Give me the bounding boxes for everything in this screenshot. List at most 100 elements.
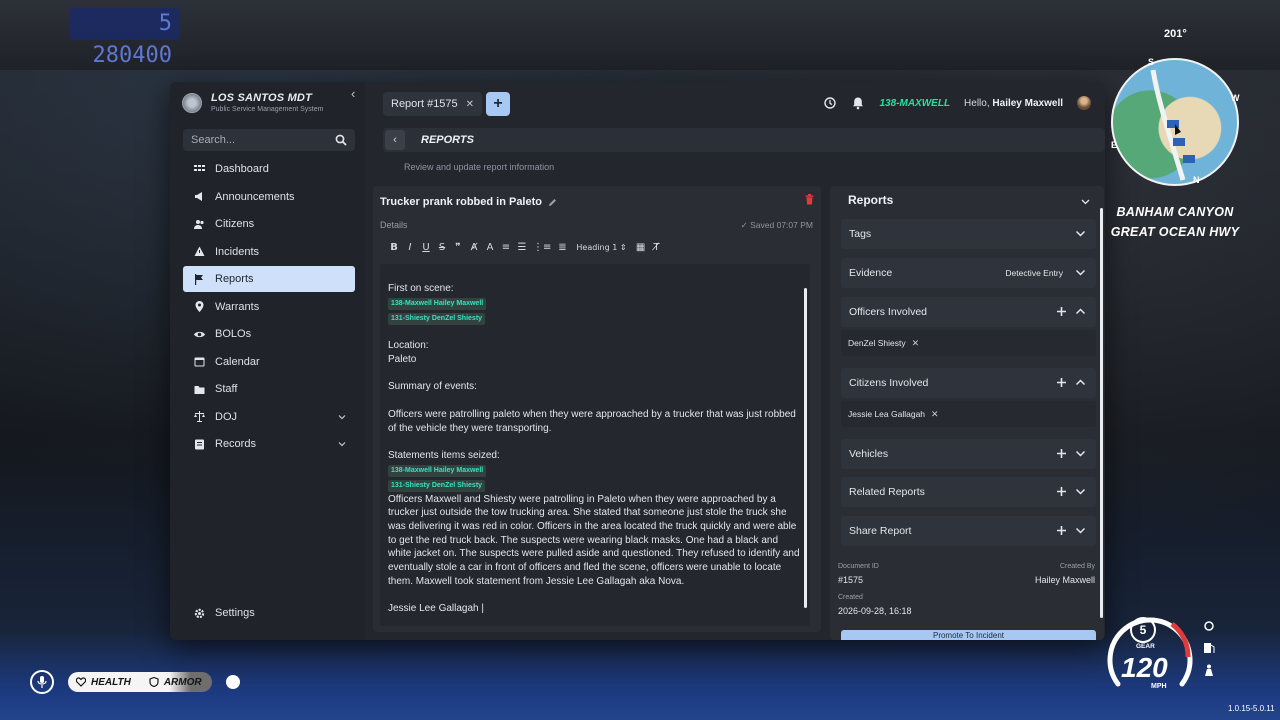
sidebar-item-warrants[interactable]: Warrants — [183, 294, 355, 320]
officer-chip[interactable]: DenZel Shiesty ✕ — [848, 338, 919, 349]
add-tab-button[interactable]: + — [486, 92, 511, 116]
search-icon[interactable] — [335, 134, 347, 146]
sidebar-item-label: Warrants — [215, 300, 260, 313]
brand-title: LOS SANTOS MDT — [211, 92, 312, 104]
chevron-down-icon[interactable] — [1075, 448, 1086, 459]
page-title: REPORTS — [421, 134, 474, 146]
sidebar-item-label: Dashboard — [215, 163, 269, 175]
sidebar-item-doj[interactable]: DOJ — [183, 404, 355, 430]
location-label: Location: — [388, 340, 429, 352]
location-street: GREAT OCEAN HWY — [1110, 225, 1240, 239]
text-color-button[interactable]: A — [485, 242, 495, 254]
section-label: Tags — [849, 228, 872, 240]
tab-report-1575[interactable]: Report #1575 ✕ — [383, 92, 483, 116]
search-input[interactable] — [191, 134, 335, 146]
callsign: 138-MAXWELL — [879, 97, 951, 109]
section-label: Officers Involved — [849, 306, 928, 318]
vehicle-dashboard — [0, 0, 1280, 70]
section-label: Vehicles — [849, 448, 889, 460]
evidence-type[interactable]: Detective Entry — [1005, 268, 1063, 278]
speed-unit: MPH — [1151, 683, 1167, 690]
editor-scrollbar[interactable] — [804, 288, 807, 608]
promote-to-incident-button[interactable]: Promote To Incident — [841, 630, 1096, 640]
sidebar-item-bolos[interactable]: BOLOs — [183, 321, 355, 347]
sidebar-item-records[interactable]: Records — [183, 431, 355, 457]
report-title-row: Trucker prank robbed in Paleto — [380, 196, 557, 208]
radio-display: 5 280400 — [70, 8, 180, 68]
table-button[interactable]: ▦ — [636, 242, 646, 254]
sidebar-item-settings[interactable]: Settings — [183, 600, 355, 626]
sidebar-item-label: Incidents — [215, 245, 260, 258]
citizen-chip[interactable]: Jessie Lea Gallagah ✕ — [848, 409, 939, 420]
close-icon[interactable]: ✕ — [931, 409, 939, 420]
close-icon[interactable]: ✕ — [912, 338, 920, 349]
officer-tag[interactable]: 138-Maxwell Hailey Maxwell — [388, 464, 487, 477]
plus-icon[interactable] — [1056, 525, 1067, 536]
italic-button[interactable]: I — [405, 242, 415, 254]
heading-select[interactable]: Heading 1 ⇕ — [573, 242, 629, 254]
location-value: Paleto — [388, 354, 417, 366]
officer-tag[interactable]: 131-Shiesty DenZel Shiesty — [388, 312, 486, 325]
sidebar-item-label: Settings — [215, 607, 255, 619]
sidebar-item-reports[interactable]: Reports — [183, 266, 355, 292]
clear-formatting-button[interactable]: T̸ — [652, 242, 662, 254]
plus-icon[interactable] — [1056, 377, 1067, 388]
history-icon[interactable] — [823, 96, 837, 110]
chevron-down-icon[interactable] — [1075, 228, 1086, 239]
calendar-icon — [194, 357, 205, 367]
avatar[interactable] — [1077, 96, 1091, 110]
sidebar-item-incidents[interactable]: Incidents — [183, 239, 355, 265]
quote-button[interactable]: ❞ — [453, 242, 463, 254]
plus-icon[interactable] — [1056, 306, 1067, 317]
section-related-reports[interactable]: Related Reports — [841, 477, 1096, 507]
align-justify-button[interactable]: ≣ — [557, 242, 567, 254]
users-icon — [194, 219, 204, 229]
section-vehicles[interactable]: Vehicles — [841, 439, 1096, 469]
bell-icon[interactable] — [851, 96, 865, 110]
back-button[interactable]: ‹ — [385, 130, 405, 150]
chevron-up-icon[interactable] — [1075, 306, 1086, 317]
close-icon[interactable]: ✕ — [466, 99, 474, 110]
officer-tag[interactable]: 138-Maxwell Hailey Maxwell — [388, 297, 487, 310]
collapse-sidebar-button[interactable]: ‹ — [351, 86, 355, 101]
plus-icon[interactable] — [1056, 486, 1067, 497]
report-title[interactable]: Trucker prank robbed in Paleto — [380, 196, 542, 208]
align-left-button[interactable]: ≡ — [501, 242, 511, 254]
chevron-down-icon[interactable] — [1075, 486, 1086, 497]
pin-icon — [195, 301, 204, 312]
sidebar-item-citizens[interactable]: Citizens — [183, 211, 355, 237]
section-citizens-involved[interactable]: Citizens Involved — [841, 368, 1096, 398]
engine-icon — [1204, 621, 1214, 631]
section-share-report[interactable]: Share Report — [841, 516, 1096, 546]
bullet-list-button[interactable]: ☰ — [517, 242, 527, 254]
tab-bar: Report #1575 ✕ + — [383, 92, 511, 116]
chevron-down-icon[interactable] — [1075, 267, 1086, 278]
trash-icon[interactable] — [805, 194, 814, 205]
compass-heading: 201° — [1164, 28, 1187, 40]
section-tags[interactable]: Tags — [841, 219, 1096, 249]
panel-scrollbar[interactable] — [1100, 208, 1103, 618]
document-text: First on scene: 138-Maxwell Hailey Maxwe… — [388, 282, 800, 616]
numbered-list-button[interactable]: ⋮≡ — [533, 242, 551, 254]
section-officers-involved[interactable]: Officers Involved — [841, 297, 1096, 327]
sidebar-item-staff[interactable]: Staff — [183, 376, 355, 402]
pencil-icon[interactable] — [548, 198, 557, 207]
saved-status: ✓ Saved 07:07 PM — [740, 220, 813, 230]
sidebar-item-announcements[interactable]: Announcements — [183, 184, 355, 210]
sidebar-item-calendar[interactable]: Calendar — [183, 349, 355, 375]
chevron-down-icon[interactable] — [1075, 525, 1086, 536]
underline-button[interactable]: U — [421, 242, 431, 254]
clear-format-button[interactable]: Ⱥ — [469, 242, 479, 254]
chevron-up-icon[interactable] — [1075, 377, 1086, 388]
plus-icon[interactable] — [1056, 448, 1067, 459]
strikethrough-button[interactable]: S — [437, 242, 447, 254]
gear-icon — [194, 608, 205, 618]
bold-button[interactable]: B — [389, 242, 399, 254]
chevron-down-icon[interactable] — [1081, 197, 1090, 206]
health-label: HEALTH — [91, 676, 131, 688]
section-evidence[interactable]: Evidence Detective Entry — [841, 258, 1096, 288]
editor-content[interactable]: First on scene: 138-Maxwell Hailey Maxwe… — [380, 264, 810, 626]
officer-tag[interactable]: 131-Shiesty DenZel Shiesty — [388, 479, 486, 492]
armor-bar: ARMOR — [140, 672, 212, 692]
sidebar-item-dashboard[interactable]: Dashboard — [183, 156, 355, 182]
